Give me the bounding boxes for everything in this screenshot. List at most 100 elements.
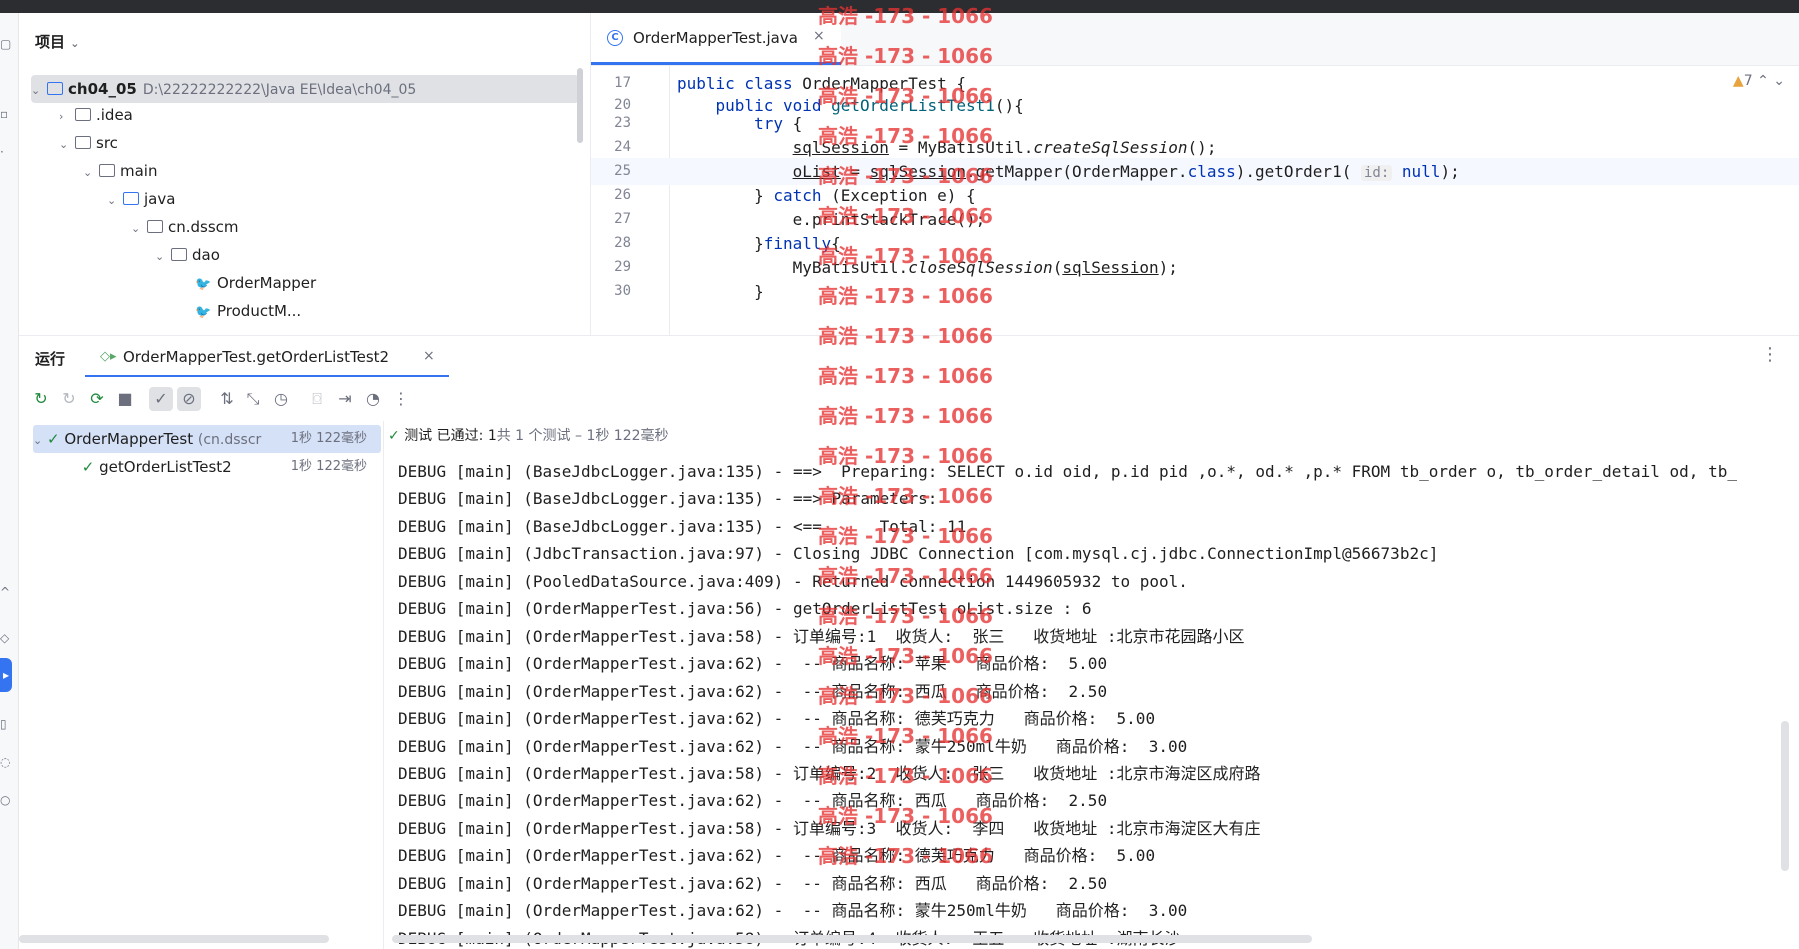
more-icon[interactable]: ⋮ xyxy=(389,387,413,411)
test-case-time: 1秒 122毫秒 xyxy=(290,459,367,474)
passed-check-icon: ✓ xyxy=(81,458,95,476)
sort-alphabetically-icon[interactable]: ⇅ xyxy=(215,387,239,411)
screenshot-icon[interactable]: ⌼ xyxy=(305,387,329,411)
tree-item-cn-dsscm[interactable]: ⌄ cn.dsscm xyxy=(131,213,239,241)
chevron-down-icon[interactable]: ⌄ xyxy=(70,37,79,50)
chevron-down-icon[interactable]: ⌄ xyxy=(31,77,47,105)
project-tool-icon[interactable]: ▢ xyxy=(0,35,14,53)
source-folder-icon xyxy=(123,192,139,205)
left-tool-strip: ▢ ▫ · ^ ◇ ▸ ▯ ◌ ○ xyxy=(0,13,19,949)
project-scrollbar[interactable] xyxy=(577,68,583,143)
console-line: DEBUG [main] (BaseJdbcLogger.java:135) -… xyxy=(398,462,1737,481)
tree-item-java[interactable]: ⌄ java xyxy=(107,185,175,213)
test-results-tree: ⌄ ✓ OrderMapperTest (cn.dsscr 1秒 122毫秒 ✓… xyxy=(19,421,384,949)
git-icon[interactable]: ○ xyxy=(0,791,14,809)
stop-icon[interactable]: ■ xyxy=(113,387,137,411)
tree-item-dao[interactable]: ⌄ dao xyxy=(155,241,220,269)
console-output[interactable]: ✓ 测试 已通过: 1共 1 个测试 – 1秒 122毫秒 DEBUG [mai… xyxy=(384,421,1799,949)
tool-icon-3[interactable]: ^ xyxy=(0,583,14,601)
console-line: DEBUG [main] (OrderMapperTest.java:62) -… xyxy=(398,736,1188,756)
test-run-icon: ◇▸ xyxy=(100,349,117,364)
tree-item-idea[interactable]: › .idea xyxy=(59,101,133,129)
show-passed-icon[interactable]: ✓ xyxy=(149,387,173,411)
toggle-auto-test-icon[interactable]: ⟳ xyxy=(85,387,109,411)
code-line[interactable]: 23 try { xyxy=(591,110,1799,137)
terminal-icon[interactable]: ▯ xyxy=(0,715,14,733)
code-line[interactable]: 26 } catch (Exception e) { xyxy=(591,182,1799,209)
passed-check-icon: ✓ xyxy=(47,430,60,448)
watermark-text: 高浩 -173 - 1066 xyxy=(818,204,993,228)
watermark-text: 高浩 -173 - 1066 xyxy=(818,724,993,748)
folder-icon xyxy=(99,164,115,177)
line-number[interactable]: 29 xyxy=(591,254,631,281)
services-icon[interactable]: ◇ xyxy=(0,629,14,647)
show-ignored-icon[interactable]: ⊘ xyxy=(177,387,201,411)
line-number[interactable]: 30 xyxy=(591,278,631,305)
import-tests-icon[interactable]: ⇥ xyxy=(333,387,357,411)
chevron-down-icon[interactable]: ⌄ xyxy=(59,131,75,159)
console-line: DEBUG [main] (OrderMapperTest.java:62) -… xyxy=(398,873,1108,893)
project-panel-title[interactable]: 项目 ⌄ xyxy=(35,31,79,52)
run-tool-icon[interactable]: ▸ xyxy=(0,658,12,692)
problems-icon[interactable]: ◌ xyxy=(0,753,14,771)
rerun-failed-icon[interactable]: ↻ xyxy=(57,387,81,411)
code-line[interactable]: 24 sqlSession = MyBatisUtil.createSqlSes… xyxy=(591,134,1799,161)
code-line[interactable]: 27 e.printStackTrace(); xyxy=(591,206,1799,233)
code-editor: C OrderMapperTest.java × ▲7 ⌃ ⌄ 17 public… xyxy=(590,13,1799,335)
line-number[interactable]: 24 xyxy=(591,134,631,161)
tree-item-ordermapper[interactable]: 🐦 OrderMapper xyxy=(195,269,316,297)
test-case-row[interactable]: ✓ getOrderListTest2 1秒 122毫秒 xyxy=(33,453,381,481)
status-passed-label: 测试 已通过: xyxy=(404,428,484,444)
watermark-text: 高浩 -173 - 1066 xyxy=(818,564,993,588)
chevron-right-icon[interactable]: › xyxy=(59,103,75,131)
code-text[interactable]: }finally{ xyxy=(677,230,841,257)
code-line[interactable]: 30 } xyxy=(591,278,1799,305)
tree-item-productmapper[interactable]: 🐦 ProductM... xyxy=(195,297,301,325)
chevron-down-icon[interactable]: ⌄ xyxy=(83,159,99,187)
code-text[interactable]: } xyxy=(677,278,764,305)
test-suite-row[interactable]: ⌄ ✓ OrderMapperTest (cn.dsscr 1秒 122毫秒 xyxy=(33,425,381,453)
more-options-icon[interactable]: ⋮ xyxy=(1761,344,1779,365)
code-line[interactable]: 25 oList = sqlSession.getMapper(OrderMap… xyxy=(591,158,1799,185)
tree-item-src[interactable]: ⌄ src xyxy=(59,129,118,157)
code-line[interactable]: 29 MyBatisUtil.closeSqlSession(sqlSessio… xyxy=(591,254,1799,281)
close-icon[interactable]: × xyxy=(423,348,435,364)
console-horizontal-scrollbar[interactable] xyxy=(392,935,1312,943)
watermark-text: 高浩 -173 - 1066 xyxy=(818,804,993,828)
console-line: DEBUG [main] (OrderMapperTest.java:62) -… xyxy=(398,901,1188,921)
line-number[interactable]: 26 xyxy=(591,182,631,209)
code-line[interactable]: 28 }finally{ xyxy=(591,230,1799,257)
history-icon[interactable]: ◷ xyxy=(269,387,293,411)
chevron-down-icon[interactable]: ⌄ xyxy=(131,215,147,243)
class-icon: C xyxy=(607,30,623,46)
collapse-all-icon[interactable]: ⤡ xyxy=(241,387,265,411)
code-text[interactable]: try { xyxy=(677,110,802,137)
watermark-text: 高浩 -173 - 1066 xyxy=(818,604,993,628)
editor-tabs: C OrderMapperTest.java × xyxy=(591,13,1799,66)
run-tab[interactable]: ◇▸ OrderMapperTest.getOrderListTest2 × xyxy=(85,336,449,378)
console-line: DEBUG [main] (OrderMapperTest.java:62) -… xyxy=(398,791,1108,811)
run-panel-title: 运行 xyxy=(35,350,66,368)
tool-icon-1[interactable]: ▫ xyxy=(0,105,14,123)
watermark-text: 高浩 -173 - 1066 xyxy=(818,404,993,428)
chevron-down-icon[interactable]: ⌄ xyxy=(33,434,42,447)
console-line: DEBUG [main] (PooledDataSource.java:409)… xyxy=(398,571,1188,591)
tab-ordermappertest[interactable]: C OrderMapperTest.java × xyxy=(591,13,841,65)
package-icon xyxy=(171,248,187,261)
line-number[interactable]: 25 xyxy=(591,158,631,185)
line-number[interactable]: 27 xyxy=(591,206,631,233)
test-tree-horizontal-scrollbar[interactable] xyxy=(19,935,329,943)
tree-item-main[interactable]: ⌄ main xyxy=(83,157,157,185)
chevron-down-icon[interactable]: ⌄ xyxy=(107,187,123,215)
rerun-icon[interactable]: ↻ xyxy=(29,387,53,411)
watermark-text: 高浩 -173 - 1066 xyxy=(818,444,993,468)
coverage-icon[interactable]: ◔ xyxy=(361,387,385,411)
console-vertical-scrollbar[interactable] xyxy=(1781,721,1789,871)
watermark-text: 高浩 -173 - 1066 xyxy=(818,284,993,308)
line-number[interactable]: 23 xyxy=(591,110,631,137)
test-suite-time: 1秒 122毫秒 xyxy=(290,431,367,446)
tree-item-ch04_05[interactable]: ⌄ ch04_05 D:\22222222222\Java EE\Idea\ch04… xyxy=(31,75,579,103)
tool-icon-2[interactable]: · xyxy=(0,143,14,161)
chevron-down-icon[interactable]: ⌄ xyxy=(155,243,171,271)
line-number[interactable]: 28 xyxy=(591,230,631,257)
